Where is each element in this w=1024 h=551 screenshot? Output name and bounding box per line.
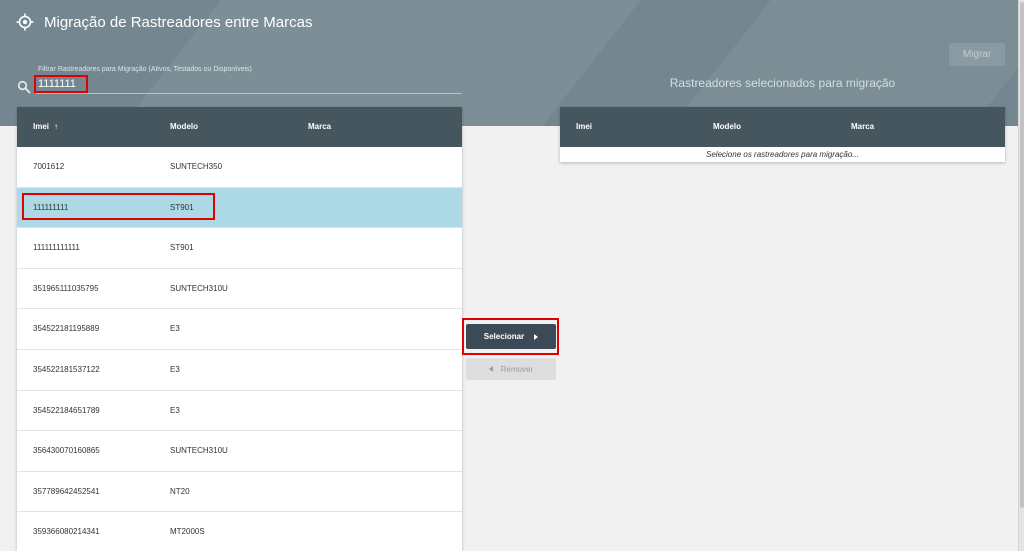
table-row[interactable]: 351965111035795 SUNTECH310U [17, 268, 462, 310]
selecionar-button[interactable]: Selecionar [466, 324, 556, 349]
table-row[interactable]: 111111111111 ST901 [17, 228, 462, 269]
sort-arrow-icon: ↑ [54, 122, 59, 131]
cell-imei: 7001612 [33, 162, 65, 171]
cell-modelo: ST901 [170, 243, 194, 253]
cell-modelo: MT2000S [170, 527, 205, 537]
table-header: Imei Modelo Marca [560, 107, 1005, 147]
cell-imei: 111111111 [33, 202, 69, 212]
cell-imei: 354522184651789 [33, 405, 100, 415]
remover-button[interactable]: Remover [466, 358, 556, 380]
selecionar-label: Selecionar [483, 332, 525, 341]
page-scrollbar[interactable] [1018, 0, 1024, 551]
cell-imei: 359366080214341 [33, 527, 100, 537]
search-icon [17, 80, 31, 94]
column-header-marca[interactable]: Marca [308, 122, 331, 131]
table-header: Imei ↑ Modelo Marca [17, 107, 462, 147]
cell-imei: 357789642452541 [33, 486, 100, 496]
chevron-right-icon [534, 333, 539, 340]
chevron-left-icon [488, 366, 493, 372]
remover-label: Remover [500, 364, 534, 374]
column-header-modelo[interactable]: Modelo [170, 122, 198, 131]
column-header-imei[interactable]: Imei [576, 122, 592, 131]
table-row[interactable]: 354522184651789 E3 [17, 390, 462, 432]
empty-message: Selecione os rastreadores para migração.… [706, 150, 859, 159]
cell-modelo: SUNTECH310U [170, 446, 228, 456]
available-trackers-table: Imei ↑ Modelo Marca 7001612 SUNTECH350 11… [17, 107, 462, 551]
column-header-marca[interactable]: Marca [851, 122, 874, 131]
cell-modelo: ST901 [170, 202, 194, 212]
table-row[interactable]: 357789642452541 NT20 [17, 471, 462, 513]
cell-modelo: E3 [170, 405, 180, 415]
cell-modelo: SUNTECH350 [170, 162, 223, 171]
cell-modelo: NT20 [170, 486, 190, 496]
table-row[interactable]: 356430070160865 SUNTECH310U [17, 431, 462, 472]
cell-imei: 111111111111 [33, 243, 80, 253]
cell-imei: 354522181195889 [33, 324, 100, 334]
column-header-imei[interactable]: Imei ↑ [33, 122, 58, 131]
table-row-selected[interactable]: 111111111 ST901 [17, 187, 462, 229]
filter-label: Filtrar Rastreadores para Migração (Ativ… [38, 66, 252, 73]
table-row[interactable]: 7001612 SUNTECH350 [17, 147, 462, 188]
target-icon [16, 13, 34, 31]
cell-imei: 356430070160865 [33, 446, 100, 456]
page-title: Migração de Rastreadores entre Marcas [44, 13, 313, 31]
selected-panel-title: Rastreadores selecionados para migração [669, 76, 896, 90]
selected-trackers-table: Imei Modelo Marca Selecione os rastreado… [560, 107, 1005, 162]
cell-modelo: E3 [170, 324, 180, 334]
scrollbar-thumb[interactable] [1020, 2, 1024, 508]
table-row[interactable]: 359366080214341 MT2000S [17, 512, 462, 551]
title-row: Migração de Rastreadores entre Marcas [16, 13, 312, 31]
cell-modelo: SUNTECH310U [170, 283, 228, 293]
cell-imei: 351965111035795 [33, 283, 99, 293]
filter-underline [36, 93, 462, 94]
column-header-label: Imei [33, 122, 50, 131]
table-row[interactable]: 354522181537122 E3 [17, 349, 462, 391]
column-header-modelo[interactable]: Modelo [713, 122, 741, 131]
cell-modelo: E3 [170, 364, 180, 374]
filter-input[interactable] [34, 75, 88, 93]
migrar-button[interactable]: Migrar [949, 43, 1005, 66]
cell-imei: 354522181537122 [33, 364, 100, 374]
table-row[interactable]: 354522181195889 E3 [17, 309, 462, 350]
